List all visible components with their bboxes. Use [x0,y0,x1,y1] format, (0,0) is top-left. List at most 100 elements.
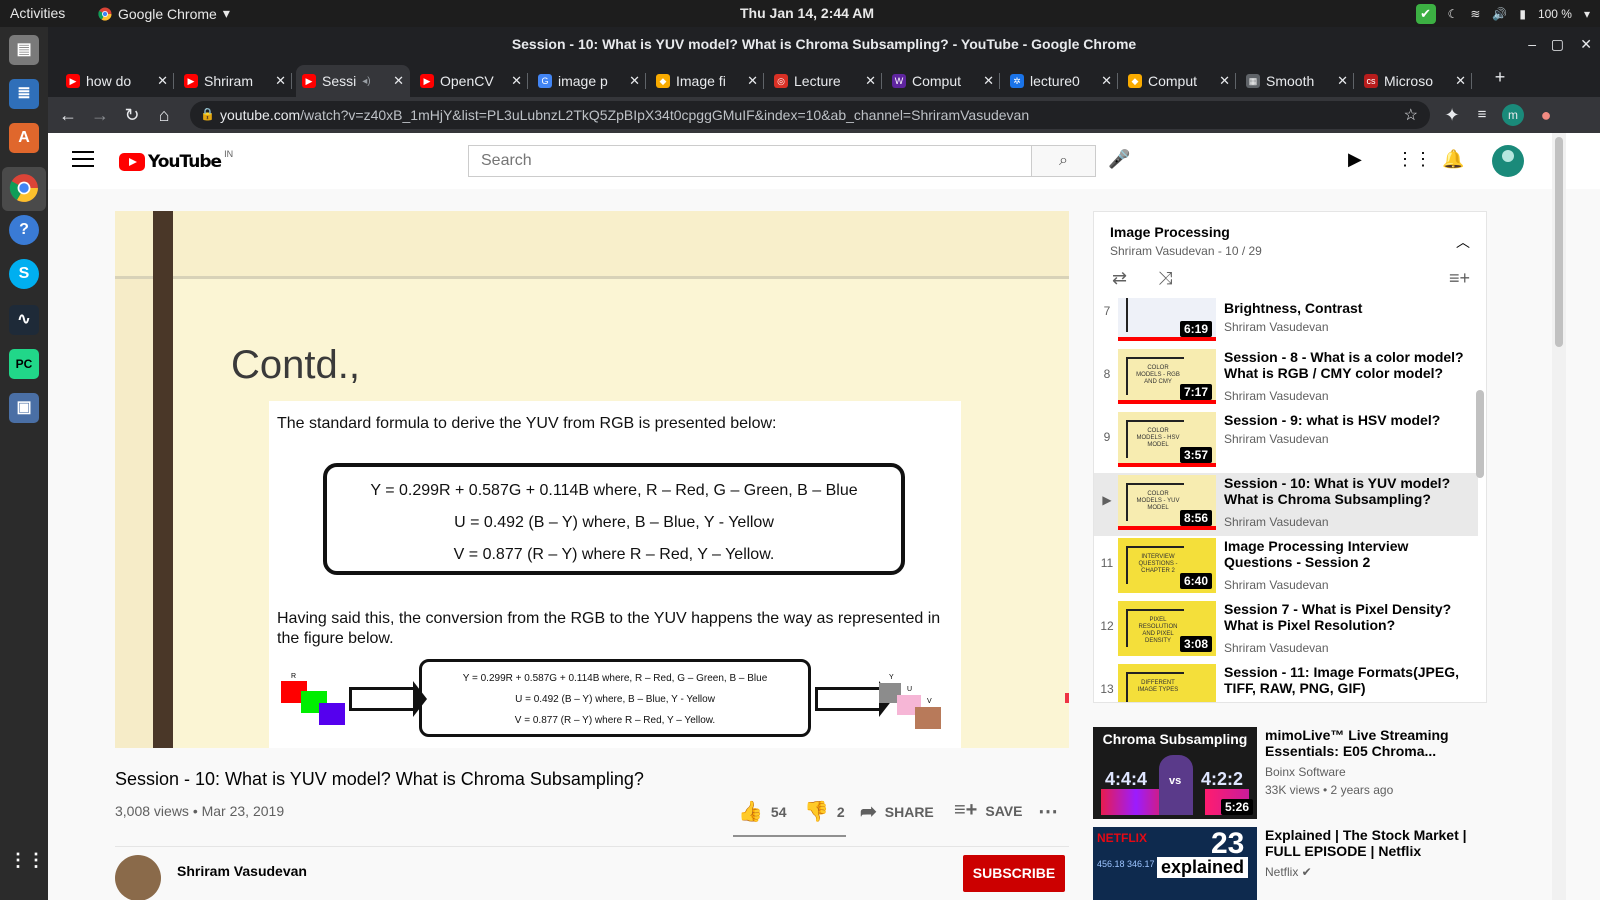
page-scrollbar-thumb[interactable] [1555,137,1563,347]
playlist-scrollbar[interactable] [1476,390,1484,478]
remote-desktop-icon[interactable]: ▣ [9,393,39,423]
playlist-item[interactable]: 7 6:19 Brightness, Contrast Shriram Vasudev… [1094,298,1478,347]
playlist-item[interactable]: 8 COLOR MODELS - RGB AND CMY 7:17 Session -… [1094,347,1478,410]
page-scrollbar[interactable] [1552,133,1566,900]
browser-tab[interactable]: W Comput ✕ [886,65,1000,97]
playlist-item-thumbnail[interactable]: DIFFERENT IMAGE TYPES [1118,664,1216,702]
notifications-bell-icon[interactable]: 🔔 [1442,149,1464,170]
subscribe-button[interactable]: SUBSCRIBE [963,855,1065,892]
playlist-item-title[interactable]: Session - 10: What is YUV model? What is… [1224,475,1468,507]
chevron-up-icon[interactable]: ︿ [1456,232,1470,252]
extension-red-icon[interactable]: ● [1534,103,1558,127]
close-window-icon[interactable]: ✕ [1580,27,1592,61]
browser-tab[interactable]: ▦ Smooth ✕ [1240,65,1354,97]
close-tab-icon[interactable]: ✕ [983,73,994,89]
close-tab-icon[interactable]: ✕ [1337,73,1348,89]
channel-name[interactable]: Shriram Vasudevan [177,863,307,879]
recommendation-item[interactable]: NETFLIX 456.18 346.17 215.43 23 explaine… [1093,827,1513,900]
browser-tab[interactable]: ▶ OpenCV ✕ [414,65,528,97]
browser-tab[interactable]: Gimage p ✕ [532,65,646,97]
playlist-title[interactable]: Image Processing [1110,224,1230,240]
playlist-item-thumbnail[interactable]: INTERVIEW QUESTIONS - CHAPTER 2 6:40 [1118,538,1216,593]
menu-icon[interactable] [72,151,94,169]
system-monitor-icon[interactable]: ∿ [9,305,39,335]
audio-playing-icon[interactable]: ◂) [362,76,370,87]
shuffle-icon[interactable]: ⤨ [1158,268,1172,289]
search-input[interactable] [469,146,1031,176]
show-applications-icon[interactable]: ⋮⋮⋮ [9,845,63,875]
pycharm-icon[interactable]: PC [9,349,39,379]
checkmark-icon[interactable]: ✔ [1415,4,1436,24]
like-button[interactable]: 👍 54 [738,799,786,824]
recommendation-thumbnail[interactable]: NETFLIX 456.18 346.17 215.43 23 explaine… [1093,827,1257,900]
profile-avatar-icon[interactable]: m [1502,104,1524,126]
playlist-item[interactable]: 12 PIXEL RESOLUTION AND PIXEL DENSITY 3:08… [1094,599,1478,662]
clock[interactable]: Thu Jan 14, 2:44 AM [740,5,874,21]
close-tab-icon[interactable]: ✕ [629,73,640,89]
forward-icon[interactable]: → [88,103,112,127]
video-player[interactable]: Contd., The standard formula to derive t… [115,211,1069,748]
browser-tab[interactable]: ◎ Lecture ✕ [768,65,882,97]
microphone-icon[interactable]: 🎤 [1108,149,1130,170]
maximize-icon[interactable]: ▢ [1551,27,1564,61]
software-center-icon[interactable]: A [9,123,39,153]
share-button[interactable]: ➦ SHARE [860,799,934,824]
close-tab-icon[interactable]: ✕ [747,73,758,89]
skype-icon[interactable]: S [9,259,39,289]
browser-tab[interactable]: ▶ Sessi ◂) ✕ [296,65,410,97]
chrome-dock-icon[interactable] [9,173,39,203]
playlist-item[interactable]: 9 COLOR MODELS - HSV MODEL 3:57 Session - 9… [1094,410,1478,473]
close-tab-icon[interactable]: ✕ [1219,73,1230,89]
playlist-item-title[interactable]: Image Processing Interview Questions - S… [1224,538,1468,570]
help-icon[interactable]: ? [9,215,39,245]
dislike-button[interactable]: 👎 2 [804,799,845,824]
playlist-item[interactable]: 11 INTERVIEW QUESTIONS - CHAPTER 2 6:40 Ima… [1094,536,1478,599]
browser-tab[interactable]: ▶ Shriram ✕ [178,65,292,97]
lock-icon[interactable]: 🔒 [200,107,215,121]
app-menu[interactable]: Google Chrome ▾ [98,5,230,22]
back-icon[interactable]: ← [56,103,80,127]
account-avatar[interactable] [1492,145,1524,177]
reload-icon[interactable]: ↻ [120,103,144,127]
browser-tab[interactable]: cs Microso ✕ [1358,65,1472,97]
close-tab-icon[interactable]: ✕ [1455,73,1466,89]
system-tray[interactable]: ✔ ☾ ≋ 🔊 ▮ 100 % ▾ [1415,4,1590,24]
media-controls-icon[interactable]: ≡ [1470,103,1494,127]
playlist-item-title[interactable]: Session 7 - What is Pixel Density? What … [1224,601,1468,633]
playlist-item-title[interactable]: Session - 8 - What is a color model? Wha… [1224,349,1468,381]
recommendation-item[interactable]: Chroma Subsampling 4:4:4 vs 4:2:2 5:26 m… [1093,727,1513,819]
recommendation-title[interactable]: mimoLive™ Live Streaming Essentials: E05… [1265,727,1505,759]
browser-tab[interactable]: ▶ how do ✕ [60,65,174,97]
activities-button[interactable]: Activities [10,5,65,21]
browser-tab[interactable]: ◆ Comput ✕ [1122,65,1236,97]
writer-icon[interactable]: ≣ [9,79,39,109]
home-icon[interactable]: ⌂ [152,103,176,127]
playlist-item[interactable]: 13 DIFFERENT IMAGE TYPES Session - 11: Ima… [1094,662,1478,702]
playlist-menu-icon[interactable]: ≡+ [1449,268,1470,289]
apps-grid-icon[interactable]: ⋮⋮ [1396,149,1432,170]
recommendation-thumbnail[interactable]: Chroma Subsampling 4:4:4 vs 4:2:2 5:26 [1093,727,1257,819]
files-icon[interactable]: ▤ [9,35,39,65]
playlist-item-thumbnail[interactable]: COLOR MODELS - HSV MODEL 3:57 [1118,412,1216,467]
address-bar[interactable]: 🔒 youtube.com/watch?v=z40xB_1mHjY&list=P… [190,101,1430,129]
url-text[interactable]: youtube.com/watch?v=z40xB_1mHjY&list=PL3… [220,107,1029,123]
close-tab-icon[interactable]: ✕ [157,73,168,89]
new-tab-icon[interactable]: + [1488,65,1512,89]
playlist-item-title[interactable]: Brightness, Contrast [1224,300,1468,316]
playlist-item-thumbnail[interactable]: PIXEL RESOLUTION AND PIXEL DENSITY 3:08 [1118,601,1216,656]
recommendation-channel[interactable]: Boinx Software [1265,765,1346,779]
browser-tab[interactable]: ◆ Image fi ✕ [650,65,764,97]
close-tab-icon[interactable]: ✕ [865,73,876,89]
close-tab-icon[interactable]: ✕ [1101,73,1112,89]
playlist-item-thumbnail[interactable]: 6:19 [1118,298,1216,341]
playlist-item[interactable]: ▶ COLOR MODELS - YUV MODEL 8:56 Session - 1… [1094,473,1478,536]
extensions-icon[interactable]: ✦ [1440,103,1464,127]
youtube-logo[interactable]: YouTube IN [119,149,233,172]
recommendation-channel[interactable]: Netflix ✔ [1265,865,1312,879]
recommendation-title[interactable]: Explained | The Stock Market | FULL EPIS… [1265,827,1505,859]
browser-tab[interactable]: ✲ lecture0 ✕ [1004,65,1118,97]
playlist-item-thumbnail[interactable]: COLOR MODELS - RGB AND CMY 7:17 [1118,349,1216,404]
create-video-icon[interactable]: ▶ [1348,149,1362,170]
channel-avatar[interactable] [115,855,161,900]
bookmark-star-icon[interactable]: ☆ [1404,105,1418,125]
